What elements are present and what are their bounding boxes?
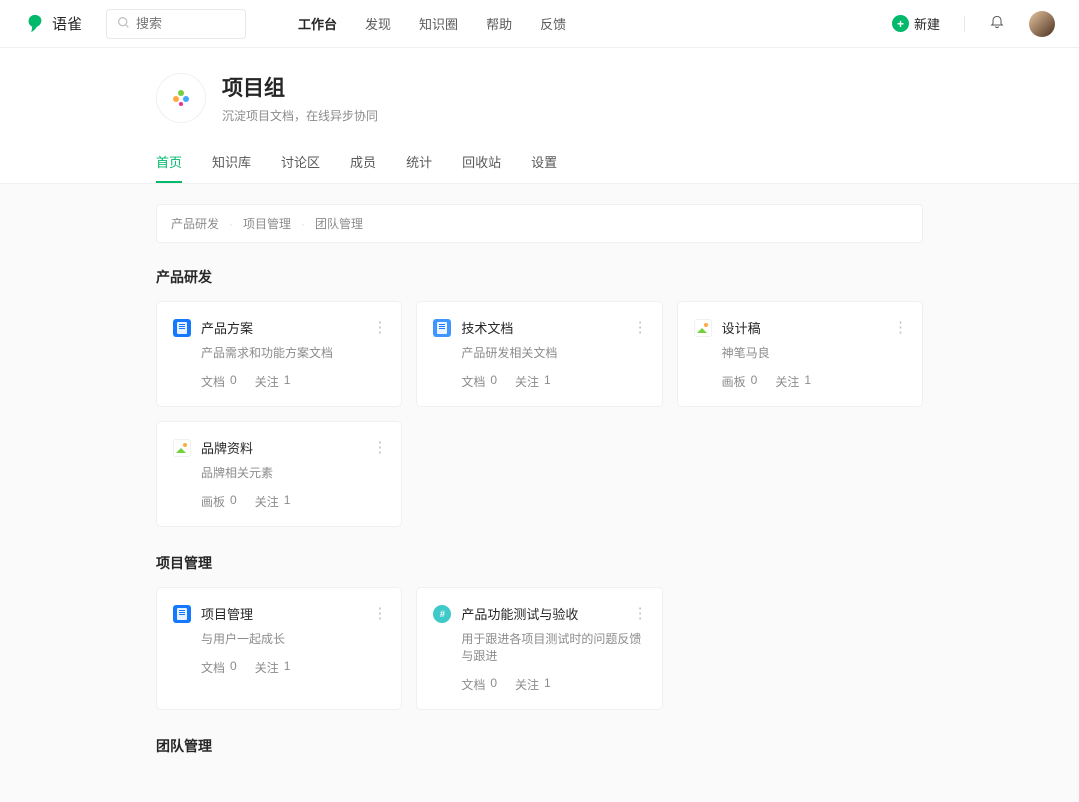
meta-follows: 关注1: [255, 493, 291, 510]
card-title: 产品方案: [201, 318, 253, 337]
plus-icon: +: [892, 15, 909, 32]
card-icon: [433, 319, 451, 337]
header: 语雀 工作台 发现 知识圈 帮助 反馈 + 新建: [0, 0, 1079, 48]
card-title: 品牌资料: [201, 438, 253, 457]
breadcrumb-sep: ·: [229, 217, 233, 231]
card-desc: 品牌相关元素: [201, 464, 385, 481]
nav-feedback[interactable]: 反馈: [540, 14, 566, 33]
section-title: 项目管理: [156, 553, 923, 573]
card-icon: [173, 319, 191, 337]
more-icon[interactable]: ⋮: [893, 318, 908, 336]
section-title: 团队管理: [156, 736, 923, 756]
card-meta: 文档0 关注1: [201, 373, 385, 390]
more-icon[interactable]: ⋮: [372, 438, 387, 456]
section: 团队管理: [156, 736, 923, 756]
team-title: 项目组: [222, 72, 378, 102]
tab-knowledge[interactable]: 知识库: [212, 142, 251, 183]
meta-follows: 关注1: [515, 676, 551, 693]
more-icon[interactable]: ⋮: [372, 318, 387, 336]
repo-card[interactable]: 产品方案产品需求和功能方案文档文档0 关注1 ⋮: [156, 301, 402, 407]
card-header: 品牌资料: [173, 438, 385, 457]
search-box[interactable]: [106, 9, 246, 39]
page-header: 项目组 沉淀项目文档，在线异步协同 首页 知识库 讨论区 成员 统计 回收站 设…: [0, 48, 1079, 184]
breadcrumb-item[interactable]: 产品研发: [171, 215, 219, 232]
tab-home[interactable]: 首页: [156, 142, 182, 183]
meta-docs: 画板0: [722, 373, 758, 390]
tab-trash[interactable]: 回收站: [462, 142, 501, 183]
search-input[interactable]: [136, 16, 312, 31]
breadcrumb-sep: ·: [301, 217, 305, 231]
card-meta: 画板0 关注1: [722, 373, 906, 390]
meta-docs: 画板0: [201, 493, 237, 510]
repo-card[interactable]: 设计稿神笔马良画板0 关注1 ⋮: [677, 301, 923, 407]
card-meta: 文档0 关注1: [201, 659, 385, 676]
card-icon: [173, 605, 191, 623]
meta-docs: 文档0: [201, 659, 237, 676]
card-meta: 文档0 关注1: [461, 373, 645, 390]
repo-card[interactable]: 技术文档产品研发相关文档文档0 关注1 ⋮: [416, 301, 662, 407]
breadcrumb-item[interactable]: 项目管理: [243, 215, 291, 232]
new-button[interactable]: + 新建: [892, 14, 940, 33]
meta-follows: 关注1: [255, 373, 291, 390]
nav-discover[interactable]: 发现: [365, 14, 391, 33]
breadcrumb-item[interactable]: 团队管理: [315, 215, 363, 232]
search-icon: [117, 16, 130, 32]
breadcrumb: 产品研发 · 项目管理 · 团队管理: [156, 204, 923, 243]
meta-docs: 文档0: [461, 676, 497, 693]
team-avatar[interactable]: [156, 73, 206, 123]
meta-docs: 文档0: [201, 373, 237, 390]
content: 产品研发 · 项目管理 · 团队管理 产品研发产品方案产品需求和功能方案文档文档…: [0, 184, 1079, 802]
card-desc: 产品研发相关文档: [461, 344, 645, 361]
card-grid: 产品方案产品需求和功能方案文档文档0关注1⋮技术文档产品研发相关文档文档0关注1…: [156, 301, 923, 527]
tab-stats[interactable]: 统计: [406, 142, 432, 183]
tab-settings[interactable]: 设置: [531, 142, 557, 183]
card-desc: 用于跟进各项目测试时的问题反馈与跟进: [461, 630, 645, 664]
card-meta: 文档0 关注1: [461, 676, 645, 693]
logo[interactable]: 语雀: [24, 13, 82, 35]
team-subtitle: 沉淀项目文档，在线异步协同: [222, 107, 378, 124]
logo-icon: [24, 13, 46, 35]
card-header: 产品方案: [173, 318, 385, 337]
more-icon[interactable]: ⋮: [633, 318, 648, 336]
meta-follows: 关注1: [775, 373, 811, 390]
card-icon: #: [433, 605, 451, 623]
meta-follows: 关注1: [255, 659, 291, 676]
divider: [964, 16, 965, 32]
avatar[interactable]: [1029, 11, 1055, 37]
tab-members[interactable]: 成员: [350, 142, 376, 183]
repo-card[interactable]: #产品功能测试与验收用于跟进各项目测试时的问题反馈与跟进文档0关注1⋮: [416, 587, 662, 710]
nav-links: 工作台 发现 知识圈 帮助 反馈: [298, 14, 566, 33]
meta-docs: 文档0: [461, 373, 497, 390]
new-button-label: 新建: [914, 14, 940, 33]
section: 产品研发产品方案产品需求和功能方案文档文档0关注1⋮技术文档产品研发相关文档文档…: [156, 267, 923, 527]
nav-help[interactable]: 帮助: [486, 14, 512, 33]
tabs: 首页 知识库 讨论区 成员 统计 回收站 设置: [156, 142, 923, 183]
card-title: 技术文档: [461, 318, 513, 337]
bell-icon[interactable]: [989, 13, 1005, 34]
card-icon: [173, 439, 191, 457]
card-title: 设计稿: [722, 318, 761, 337]
card-desc: 与用户一起成长: [201, 630, 385, 647]
repo-card[interactable]: 项目管理与用户一起成长文档0关注1⋮: [156, 587, 402, 710]
meta-follows: 关注1: [515, 373, 551, 390]
card-meta: 画板0 关注1: [201, 493, 385, 510]
card-icon: [694, 319, 712, 337]
tab-discussion[interactable]: 讨论区: [281, 142, 320, 183]
section-title: 产品研发: [156, 267, 923, 287]
section: 项目管理项目管理与用户一起成长文档0关注1⋮#产品功能测试与验收用于跟进各项目测…: [156, 553, 923, 710]
card-header: 技术文档: [433, 318, 645, 337]
card-desc: 神笔马良: [722, 344, 906, 361]
nav-workspace[interactable]: 工作台: [298, 14, 337, 33]
team-info: 项目组 沉淀项目文档，在线异步协同: [156, 72, 923, 124]
brand-name: 语雀: [52, 13, 82, 34]
card-grid: 项目管理与用户一起成长文档0关注1⋮#产品功能测试与验收用于跟进各项目测试时的问…: [156, 587, 923, 710]
card-header: 设计稿: [694, 318, 906, 337]
card-desc: 产品需求和功能方案文档: [201, 344, 385, 361]
nav-knowledge[interactable]: 知识圈: [419, 14, 458, 33]
repo-card[interactable]: 品牌资料品牌相关元素画板0 关注1 ⋮: [156, 421, 402, 527]
